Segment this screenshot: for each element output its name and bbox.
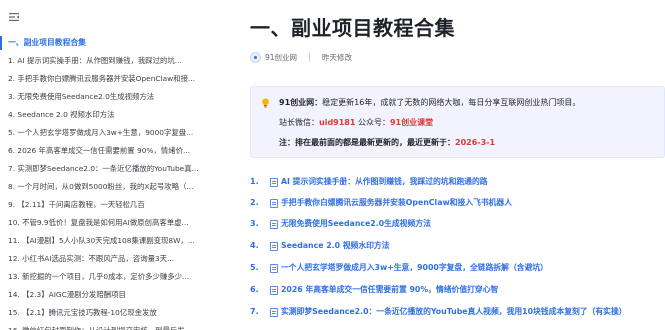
update-date: 2026-3-1 [455,138,496,147]
toc-item[interactable]: 14. 【2.3】AIGC漫剧分发赔酬项目 [8,286,218,304]
callout-box: 91创业网：稳定更新16年，成就了无数的网络大咖，每日分享互联网创业热门项目。 … [250,86,665,158]
toc-item[interactable]: 13. 新挖掘的一个项目，几乎0成本，定价多少赚多少... [8,268,218,286]
list-item: 1. AI 提示词实操手册：从作图到赚钱，我踩过的坑和跑通的路 [250,175,488,189]
callout-line-contact: 站长微信：uid9181 公众号：91创业课堂 [279,116,664,130]
toc-item[interactable]: 6. 2026 年高客单成交一信任需要前置 90%，情绪价... [8,142,218,160]
page-title: 一、副业项目教程合集 [250,16,455,40]
toc-item[interactable]: 4. Seedance 2.0 视频水印方法 [8,106,218,124]
list-number: 7. [250,307,259,316]
toc-active-indicator [0,36,2,50]
document-meta: 91创业网 昨天修改 [250,50,352,64]
callout-label: 91创业网： [279,98,323,107]
list-item: 4. Seedance 2.0 视频水印方法 [250,239,390,253]
toc-item[interactable]: 1. AI 提示词实操手册：从作图到赚钱，我踩过的坑... [8,52,218,70]
list-number: 3. [250,219,259,228]
list-item: 2. 手把手教你白嫖腾讯云服务器并安装OpenClaw和接入飞书机器人 [250,196,512,210]
wechat-id: uid9181 [319,118,356,127]
document-icon [270,219,278,229]
list-item-link[interactable]: AI 提示词实操手册：从作图到赚钱，我踩过的坑和跑通的路 [281,175,488,189]
list-item-link[interactable]: 2026 年高客单成交一信任需要前置 90%，情绪价值打穿心智 [281,283,498,297]
toc-item[interactable]: 15. 【2.1】腾讯元宝技巧教程-10亿现金发放 [8,304,218,322]
list-item-link[interactable]: 实测即梦Seedance2.0：一条近亿播放的YouTube真人视频，我用10块… [281,305,627,319]
document-icon [270,307,278,317]
list-item: 6. 2026 年高客单成交一信任需要前置 90%，情绪价值打穿心智 [250,283,498,297]
list-item: 7. 实测即梦Seedance2.0：一条近亿播放的YouTube真人视频，我用… [250,305,627,319]
callout-text: 稳定更新16年，成就了无数的网络大咖，每日分享互联网创业热门项目。 [322,98,581,107]
callout-line-note: 注：排在最前面的都是最新更新的，最近更新于：2026-3-1 [279,136,664,150]
list-item-link[interactable]: Seedance 2.0 视频水印方法 [281,239,390,253]
toc-item[interactable]: 11. 【AI漫剧】5人小队30天完成108集课副变现8W，... [8,232,218,250]
document-body: 一、副业项目教程合集 91创业网 昨天修改 91创业网：稳定更新16年，成就了无… [250,0,665,330]
list-item: 3. 无限免费使用Seedance2.0生成视频方法 [250,217,431,231]
collapse-icon[interactable] [8,11,20,23]
toc-item[interactable]: 3. 无限免费使用Seedance2.0生成视频方法 [8,88,218,106]
document-icon [270,198,278,208]
lightbulb-icon [262,98,269,108]
document-icon [270,285,278,295]
list-number: 1. [250,177,259,186]
toc-item[interactable]: 10. 不管9.9低价！复盘我是如何用AI做原创高客单虚... [8,214,218,232]
list-item-link[interactable]: 无限免费使用Seedance2.0生成视频方法 [281,217,431,231]
toc-item[interactable]: 16. 微信红包封面制作：从设计到提交审核、到最后发... [8,322,218,330]
toc-item[interactable]: 12. 小红书AI选品实测：不跟风产品，咨询量3天... [8,250,218,268]
official-account-label: 公众号： [355,118,390,127]
toc-item[interactable]: 5. 一个人把玄学塔罗做成月入3w+生意，9000字复盘... [8,124,218,142]
callout-line-intro: 91创业网：稳定更新16年，成就了无数的网络大咖，每日分享互联网创业热门项目。 [279,96,664,110]
update-note: 注：排在最前面的都是最新更新的，最近更新于： [279,138,455,147]
toc-item[interactable]: 8. 一个月时间，从0做到5000粉丝，我的X起号攻略（... [8,178,218,196]
toc-item[interactable]: 一、副业项目教程合集 [8,34,218,52]
table-of-contents: 一、副业项目教程合集 1. AI 提示词实操手册：从作图到赚钱，我踩过的坑...… [0,0,222,330]
official-account-name: 91创业课堂 [389,118,434,127]
divider [309,52,311,62]
list-number: 6. [250,285,259,294]
list-item: 5. 一个人把玄学塔罗做成月入3w+生意，9000字复盘，全链路拆解（含避坑） [250,261,548,275]
list-number: 5. [250,263,259,272]
author-name[interactable]: 91创业网 [265,52,297,63]
toc-item[interactable]: 2. 手把手教你白嫖腾讯云服务器并安装OpenClaw和接... [8,70,218,88]
toc-item[interactable]: 7. 实测即梦Seedance2.0：一条近亿播放的YouTube真... [8,160,218,178]
toc-list: 一、副业项目教程合集 1. AI 提示词实操手册：从作图到赚钱，我踩过的坑...… [8,34,218,330]
document-icon [270,263,278,273]
wechat-label: 站长微信： [279,118,319,127]
list-item-link[interactable]: 一个人把玄学塔罗做成月入3w+生意，9000字复盘，全链路拆解（含避坑） [281,261,548,275]
document-icon [270,241,278,251]
list-number: 2. [250,198,259,207]
toc-item[interactable]: 9. 【2.11】千问离店教程，一天轻松几百 [8,196,218,214]
avatar[interactable] [250,51,261,63]
document-icon [270,177,278,187]
list-item-link[interactable]: 手把手教你白嫖腾讯云服务器并安装OpenClaw和接入飞书机器人 [281,196,512,210]
list-number: 4. [250,241,259,250]
modified-time: 昨天修改 [322,52,353,62]
